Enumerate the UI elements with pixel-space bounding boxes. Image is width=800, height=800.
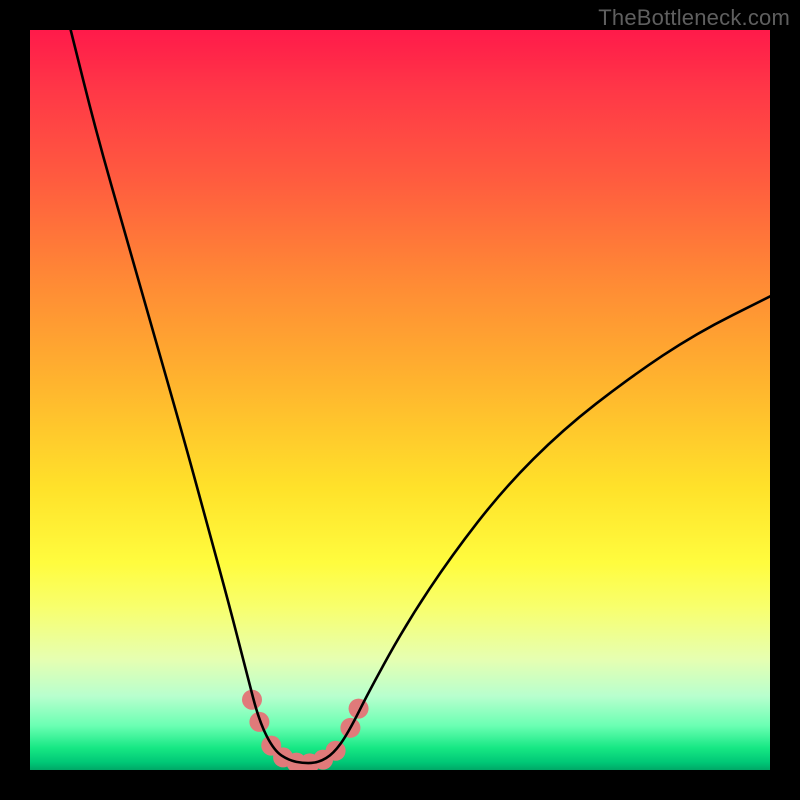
chart-frame: TheBottleneck.com [0, 0, 800, 800]
bottleneck-curve [71, 30, 770, 763]
plot-area [30, 30, 770, 770]
watermark-label: TheBottleneck.com [598, 5, 790, 31]
chart-overlay-svg [30, 30, 770, 770]
curve-marker [349, 699, 369, 719]
